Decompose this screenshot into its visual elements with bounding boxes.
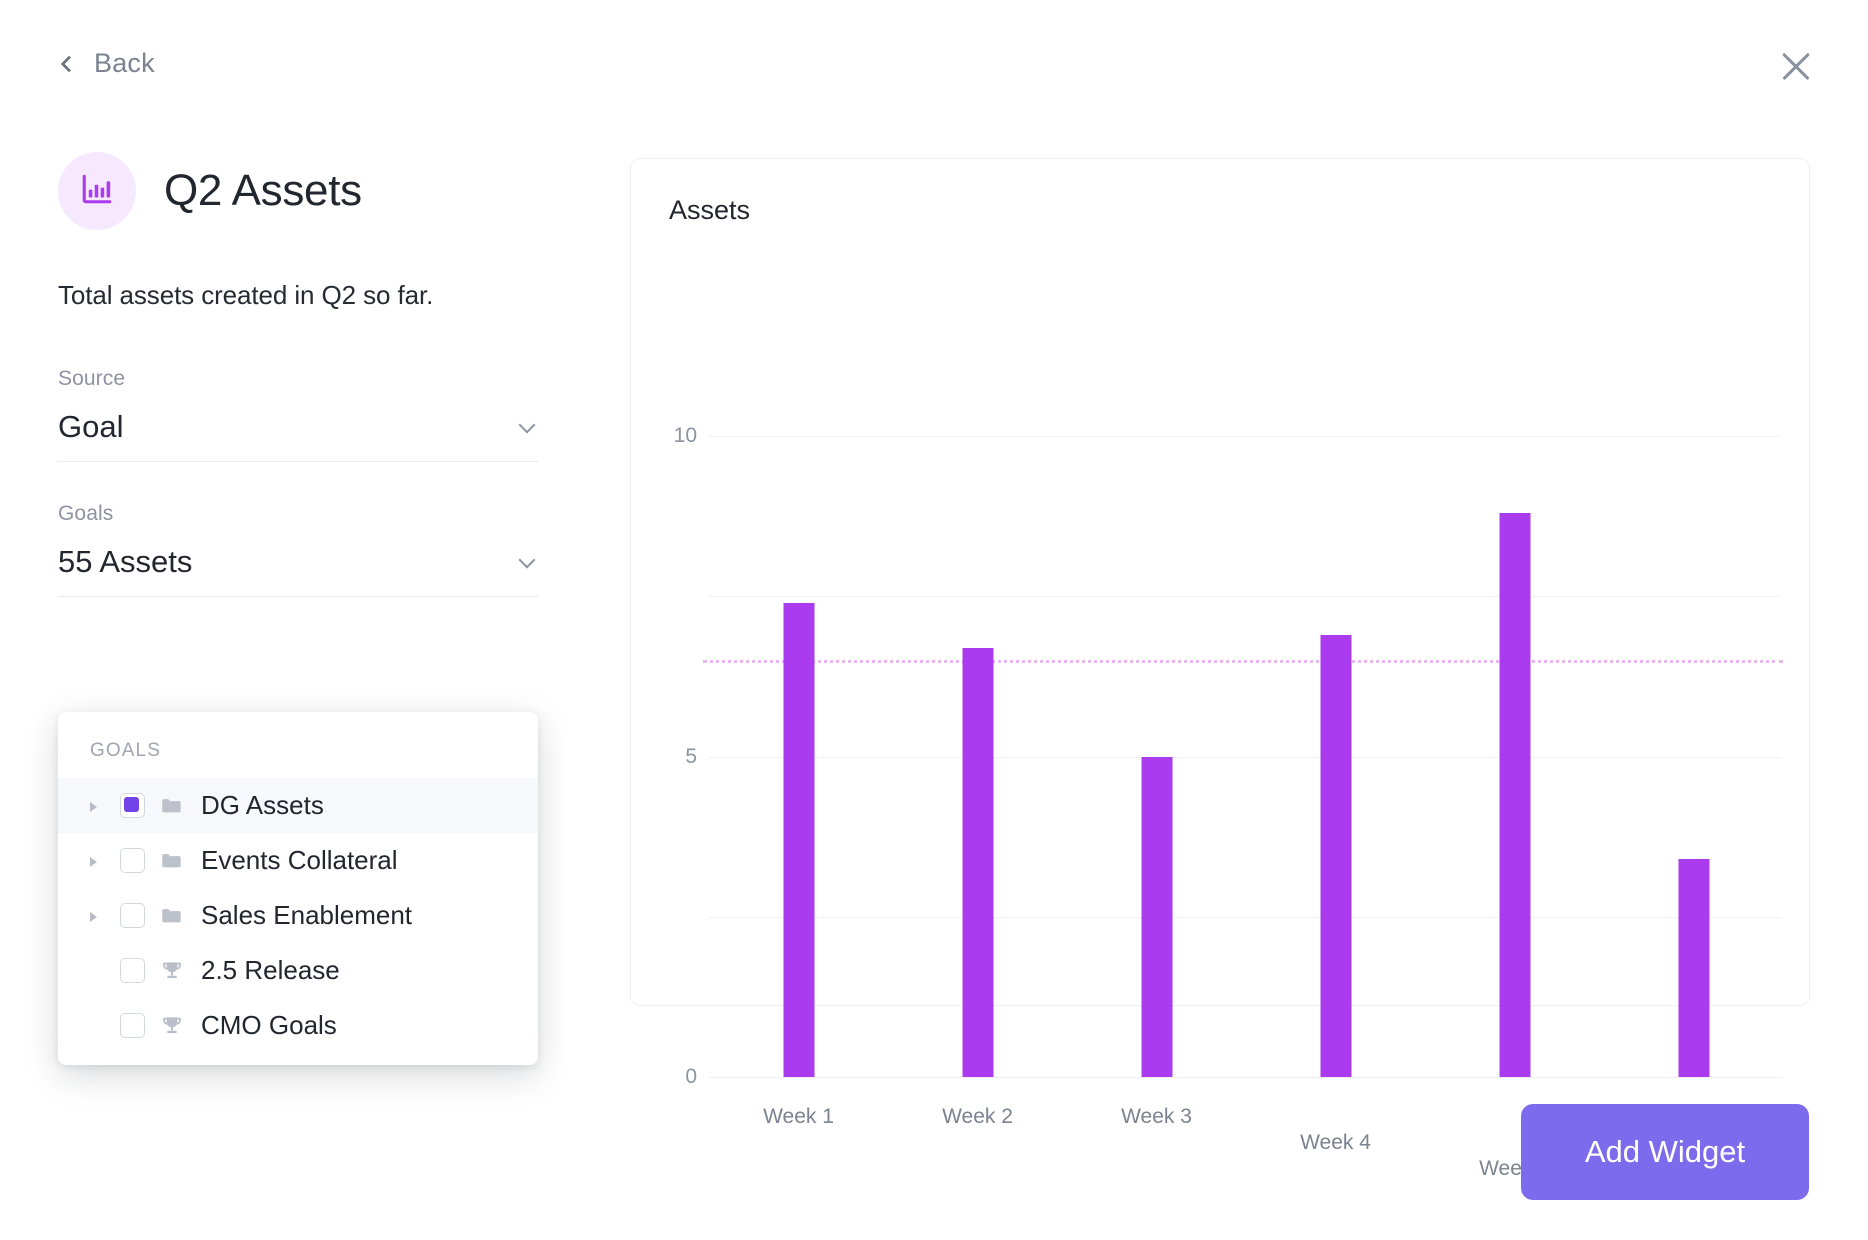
dropdown-item-label: CMO Goals — [201, 1010, 337, 1040]
goals-dropdown-menu: GOALS DG Assets Events Collateral Sales En… — [58, 712, 538, 1065]
back-button[interactable]: Back — [58, 48, 155, 79]
checkbox-checked[interactable] — [120, 793, 145, 818]
checkbox-unchecked[interactable] — [120, 903, 145, 928]
dropdown-item-cmo-goals[interactable]: CMO Goals — [58, 998, 538, 1053]
checkbox-unchecked[interactable] — [120, 958, 145, 983]
x-axis-tick-label: Week 1 — [763, 1105, 834, 1128]
dropdown-item-label: Sales Enablement — [201, 900, 413, 930]
goals-value: 55 Assets — [58, 544, 193, 579]
chart-bar[interactable] — [962, 647, 993, 1077]
dropdown-item-label: Events Collateral — [201, 845, 398, 875]
widget-icon-badge — [58, 152, 136, 230]
chart-gridline — [709, 1077, 1781, 1078]
checkbox-unchecked[interactable] — [120, 848, 145, 873]
goals-select[interactable]: Goals 55 Assets — [58, 502, 538, 597]
chart-preview-card: Assets 0 5 10 Week 1 Week 2 Week 3 Week 4 Week … — [630, 158, 1810, 1180]
chevron-down-icon — [520, 419, 536, 435]
y-axis-tick-label: 5 — [685, 744, 697, 768]
checkbox-unchecked[interactable] — [120, 1013, 145, 1038]
goals-label: Goals — [58, 502, 114, 525]
trophy-icon — [159, 1013, 185, 1039]
folder-icon — [159, 903, 185, 929]
chevron-left-icon — [58, 55, 76, 73]
bar-chart-plot: 0510Week 1Week 2Week 3Week 4Week 5This w… — [631, 254, 1809, 1180]
dropdown-item-sales-enablement[interactable]: Sales Enablement — [58, 888, 538, 943]
bar-chart-icon — [80, 172, 114, 211]
trophy-icon — [159, 958, 185, 984]
x-axis-tick-label: Week 3 — [1121, 1105, 1192, 1128]
close-icon[interactable] — [1772, 42, 1820, 90]
y-axis-tick-label: 10 — [673, 424, 697, 447]
chart-bar[interactable] — [1678, 859, 1709, 1077]
x-axis-tick-label: Week 2 — [942, 1105, 1013, 1128]
page-title: Q2 Assets — [164, 166, 362, 215]
dropdown-item-events-collateral[interactable]: Events Collateral — [58, 833, 538, 888]
chevron-down-icon — [520, 554, 536, 570]
dropdown-item-label: 2.5 Release — [201, 955, 340, 985]
widget-editor-modal: Back Q2 Assets Total assets created in Q… — [0, 0, 1868, 1240]
source-label: Source — [58, 367, 126, 390]
dropdown-section-header: GOALS — [90, 740, 161, 761]
chart-bar[interactable] — [1499, 512, 1530, 1077]
chart-title: Assets — [669, 195, 751, 225]
folder-icon — [159, 793, 185, 819]
dropdown-item-dg-assets[interactable]: DG Assets — [58, 778, 538, 833]
source-select[interactable]: Source Goal — [58, 367, 538, 462]
add-widget-button[interactable]: Add Widget — [1521, 1104, 1809, 1200]
chart-bar[interactable] — [783, 602, 814, 1077]
modal-topbar: Back — [0, 0, 1868, 120]
dropdown-item-2-5-release[interactable]: 2.5 Release — [58, 943, 538, 998]
chart-bar[interactable] — [1320, 634, 1351, 1077]
folder-icon — [159, 848, 185, 874]
x-axis-tick-label: Week 4 — [1300, 1131, 1371, 1154]
widget-title-row: Q2 Assets — [58, 152, 538, 230]
chart-bar[interactable] — [1141, 756, 1172, 1077]
y-axis-tick-label: 0 — [685, 1065, 697, 1088]
back-button-label: Back — [94, 48, 155, 78]
widget-description: Total assets created in Q2 so far. — [58, 280, 434, 310]
source-value: Goal — [58, 409, 124, 444]
dropdown-item-label: DG Assets — [201, 790, 324, 820]
chart-bars-group — [709, 254, 1781, 1077]
